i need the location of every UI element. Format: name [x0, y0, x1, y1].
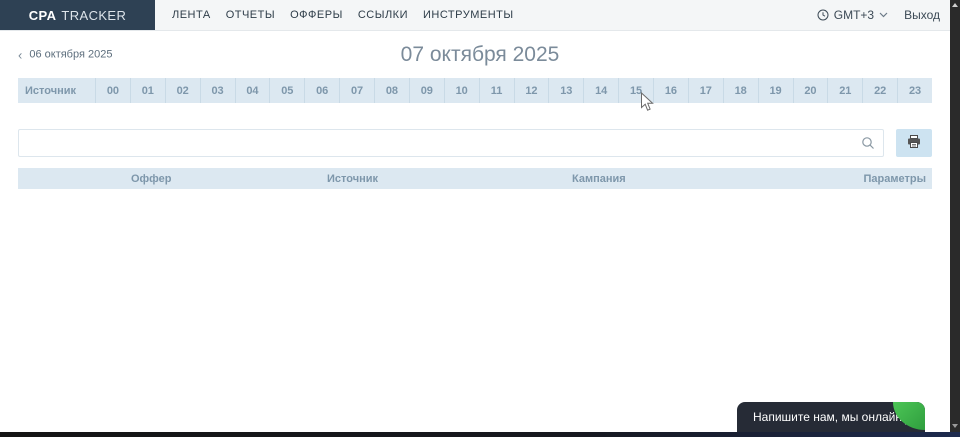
page-title: 07 октября 2025: [401, 43, 560, 67]
hour-cell-13: 13: [548, 78, 583, 103]
table-col-offer: Оффер: [131, 173, 327, 185]
hour-cell-14: 14: [583, 78, 618, 103]
hour-cell-17: 17: [688, 78, 723, 103]
top-navigation: CPA TRACKER ЛЕНТА ОТЧЕТЫ ОФФЕРЫ ССЫЛКИ И…: [0, 0, 960, 31]
hour-cell-11: 11: [479, 78, 514, 103]
brand-logo[interactable]: CPA TRACKER: [0, 0, 155, 30]
search-input[interactable]: [18, 129, 884, 157]
hour-cell-03: 03: [200, 78, 235, 103]
hour-cell-15: 15: [618, 78, 653, 103]
hour-cell-06: 06: [304, 78, 339, 103]
hour-cell-08: 08: [374, 78, 409, 103]
timezone-label: GMT+3: [834, 8, 874, 22]
hour-cell-18: 18: [723, 78, 758, 103]
hour-cell-23: 23: [897, 78, 932, 103]
main-menu: ЛЕНТА ОТЧЕТЫ ОФФЕРЫ ССЫЛКИ ИНСТРУМЕНТЫ: [172, 0, 514, 30]
hour-cell-10: 10: [444, 78, 479, 103]
menu-item-tools[interactable]: ИНСТРУМЕНТЫ: [423, 9, 514, 21]
hour-cell-20: 20: [793, 78, 828, 103]
menu-item-reports[interactable]: ОТЧЕТЫ: [226, 9, 275, 21]
hour-cell-19: 19: [758, 78, 793, 103]
hour-cell-00: 00: [95, 78, 130, 103]
vertical-scrollbar[interactable]: [950, 0, 960, 437]
prev-date-link[interactable]: ‹ 06 октября 2025: [18, 48, 112, 61]
hour-cell-12: 12: [514, 78, 549, 103]
print-icon: [907, 135, 921, 151]
table-col-source: Источник: [327, 173, 572, 185]
hour-cell-21: 21: [827, 78, 862, 103]
scroll-up-icon[interactable]: [952, 3, 958, 7]
search-row: [18, 129, 932, 157]
hours-header-bar: Источник 00 01 02 03 04 05 06 07 08 09 1…: [18, 78, 932, 103]
chevron-left-icon: ‹: [18, 48, 22, 61]
print-button[interactable]: [896, 129, 932, 157]
brand-bold: CPA: [29, 8, 57, 23]
hour-cell-02: 02: [165, 78, 200, 103]
clock-icon: [817, 9, 829, 21]
menu-item-lenta[interactable]: ЛЕНТА: [172, 9, 211, 21]
logout-button[interactable]: Выход: [904, 8, 940, 22]
topnav-right: GMT+3 Выход: [817, 0, 960, 30]
brand-light: TRACKER: [61, 8, 126, 23]
chat-widget[interactable]: Напишите нам, мы онлайн! jivo: [737, 402, 925, 432]
jivo-leaf-icon: [893, 402, 925, 430]
table-header: Оффер Источник Кампания Параметры: [18, 168, 932, 189]
page-content: Источник 00 01 02 03 04 05 06 07 08 09 1…: [18, 78, 932, 189]
date-row: ‹ 06 октября 2025 07 октября 2025: [0, 31, 960, 78]
search-wrap: [18, 129, 884, 157]
hour-cell-09: 09: [409, 78, 444, 103]
timezone-selector[interactable]: GMT+3: [817, 8, 888, 22]
chevron-down-icon: [879, 12, 888, 18]
menu-item-offers[interactable]: ОФФЕРЫ: [290, 9, 343, 21]
table-col-params: Параметры: [864, 173, 932, 185]
chat-message: Напишите нам, мы онлайн!: [737, 410, 905, 424]
scroll-down-icon[interactable]: [952, 424, 958, 428]
hour-cell-22: 22: [862, 78, 897, 103]
hour-cell-16: 16: [653, 78, 688, 103]
hour-cell-07: 07: [339, 78, 374, 103]
search-icon[interactable]: [861, 136, 875, 155]
hour-cell-04: 04: [235, 78, 270, 103]
hour-cell-05: 05: [269, 78, 304, 103]
hour-cell-01: 01: [130, 78, 165, 103]
bottom-edge-strip: [0, 432, 960, 437]
menu-item-links[interactable]: ССЫЛКИ: [358, 9, 408, 21]
hours-source-label: Источник: [18, 78, 95, 103]
prev-date-label: 06 октября 2025: [29, 49, 112, 61]
table-col-campaign: Кампания: [572, 173, 864, 185]
